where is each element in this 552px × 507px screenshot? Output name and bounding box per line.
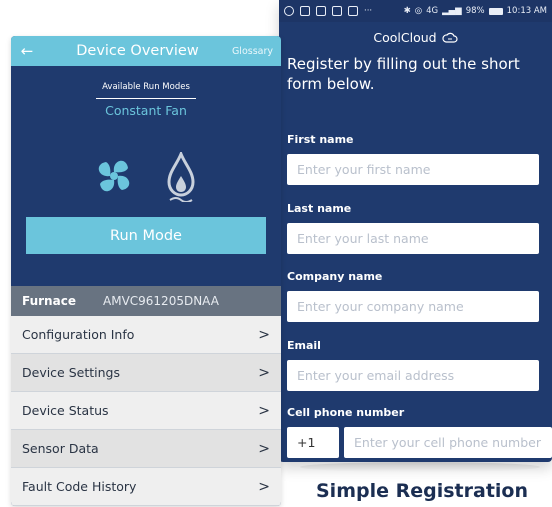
chevron-right-icon: > <box>258 326 270 343</box>
last-name-field[interactable] <box>287 223 539 254</box>
furnace-model: AMVC961205DNAA <box>103 294 219 308</box>
email-field[interactable] <box>287 360 539 391</box>
first-name-input[interactable] <box>287 154 539 185</box>
last-name-input[interactable] <box>287 223 539 254</box>
run-mode-value: Constant Fan <box>105 103 187 118</box>
run-mode-button[interactable]: Run Mode <box>26 217 266 254</box>
run-modes-label: Available Run Modes <box>102 82 190 92</box>
notification-icon <box>284 6 294 16</box>
bluetooth-icon: ✱ <box>403 6 411 16</box>
menu-item-device-settings[interactable]: Device Settings > <box>11 354 281 392</box>
cell-phone-label: Cell phone number <box>287 406 405 419</box>
clock: 10:13 AM <box>506 6 547 16</box>
calendar-icon <box>332 6 342 16</box>
caption: Simple Registration <box>316 480 528 502</box>
first-name-label: First name <box>287 133 354 146</box>
cell-phone-input[interactable] <box>344 427 552 458</box>
furnace-label: Furnace <box>22 294 76 308</box>
status-bar: ··· ✱ ◎ 4G ▂▄▆ 98% 10:13 AM <box>279 0 552 22</box>
run-modes-divider <box>96 98 196 99</box>
intro-text: Register by filling out the short form b… <box>287 55 520 93</box>
menu-item-label: Device Settings <box>22 365 120 380</box>
status-bar-right: ✱ ◎ 4G ▂▄▆ 98% 10:13 AM <box>404 6 547 16</box>
glossary-link[interactable]: Glossary <box>232 46 281 57</box>
menu-item-label: Fault Code History <box>22 479 137 494</box>
company-name-input[interactable] <box>287 291 539 322</box>
chevron-right-icon: > <box>258 478 270 495</box>
chevron-right-icon: > <box>258 402 270 419</box>
menu-item-label: Sensor Data <box>22 441 99 456</box>
first-name-field[interactable] <box>287 154 539 185</box>
cloud-logo-icon <box>441 32 458 43</box>
battery-level: 98% <box>465 6 485 16</box>
signal-icon: ▂▄▆ <box>442 6 462 16</box>
menu-item-fault-code-history[interactable]: Fault Code History > <box>11 468 281 506</box>
registration-screen: ··· ✱ ◎ 4G ▂▄▆ 98% 10:13 AM CoolCloud Re… <box>279 0 552 462</box>
calendar-icon <box>348 6 358 16</box>
cell-phone-field[interactable] <box>344 427 552 458</box>
last-name-label: Last name <box>287 202 352 215</box>
mode-icons <box>98 152 195 202</box>
device-menu: Configuration Info > Device Settings > D… <box>11 316 281 506</box>
header-bar: ← Device Overview Glossary <box>11 36 281 66</box>
menu-item-device-status[interactable]: Device Status > <box>11 392 281 430</box>
company-name-label: Company name <box>287 270 383 283</box>
menu-item-label: Configuration Info <box>22 327 135 342</box>
sync-icon: ◎ <box>414 6 423 16</box>
gallery-icon <box>300 6 310 16</box>
chevron-right-icon: > <box>258 364 270 381</box>
country-code-field[interactable] <box>287 427 339 458</box>
more-notifications: ··· <box>364 6 373 16</box>
app-title-bar: CoolCloud <box>279 22 552 52</box>
mail-icon <box>316 6 326 16</box>
page-title: Device Overview <box>76 43 199 59</box>
screenshot-stage: ··· ✱ ◎ 4G ▂▄▆ 98% 10:13 AM CoolCloud Re… <box>0 0 552 507</box>
menu-item-sensor-data[interactable]: Sensor Data > <box>11 430 281 468</box>
phone-shadow <box>300 462 540 472</box>
menu-item-configuration-info[interactable]: Configuration Info > <box>11 316 281 354</box>
company-name-field[interactable] <box>287 291 539 322</box>
country-code-input[interactable] <box>287 427 339 458</box>
flame-icon <box>167 152 195 202</box>
email-input[interactable] <box>287 360 539 391</box>
device-overview-screen: ← Device Overview Glossary Available Run… <box>11 36 281 506</box>
chevron-right-icon: > <box>258 440 270 457</box>
furnace-bar: Furnace AMVC961205DNAA <box>11 286 281 316</box>
app-title: CoolCloud <box>373 29 437 45</box>
network-type: 4G <box>426 6 439 16</box>
back-arrow-icon[interactable]: ← <box>11 42 43 60</box>
menu-item-label: Device Status <box>22 403 109 418</box>
email-label: Email <box>287 339 321 352</box>
fan-icon <box>98 160 130 192</box>
battery-icon <box>488 7 503 15</box>
